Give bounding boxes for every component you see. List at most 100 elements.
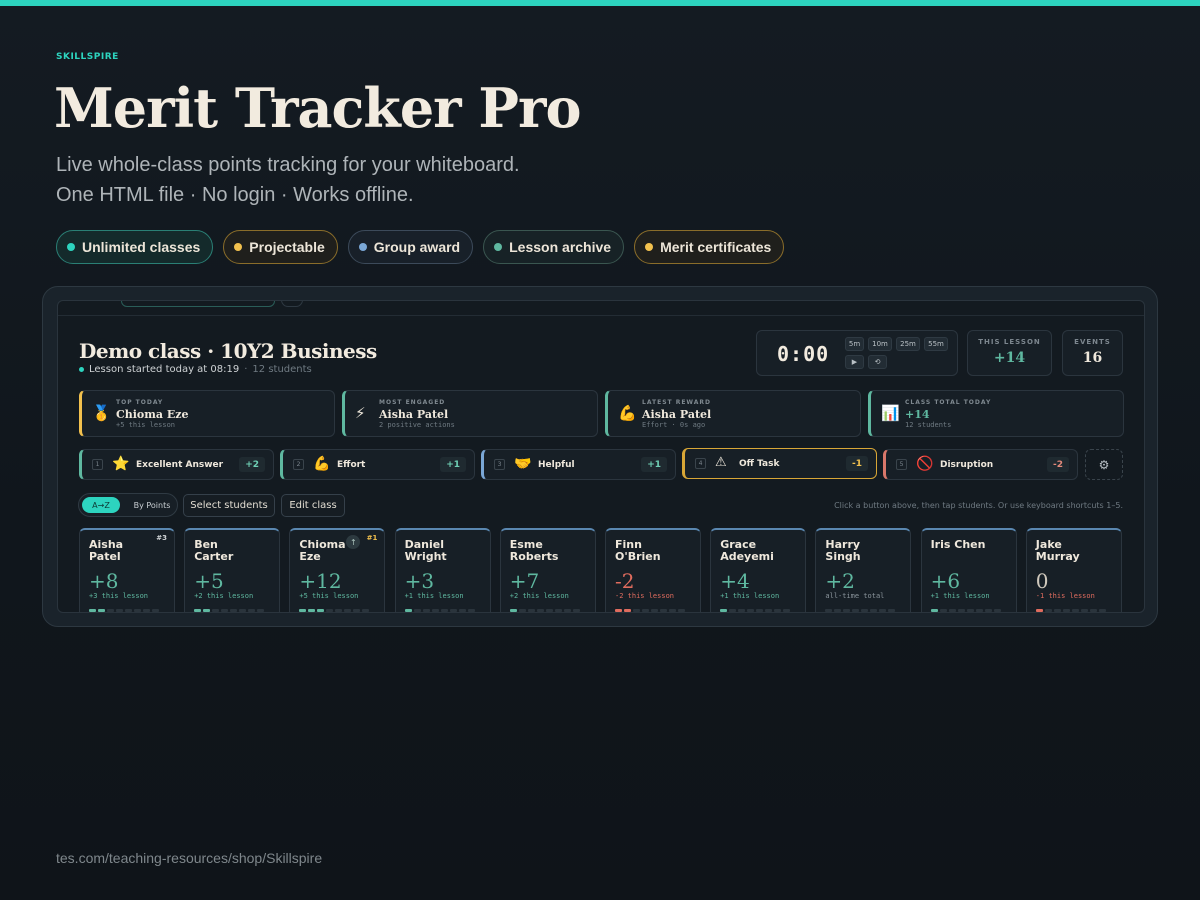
student-count: 12 students [252,364,312,375]
progress-segment [765,609,773,612]
prohibited-icon: 🚫 [916,456,934,472]
card-label: CLASS TOTAL TODAY [905,399,992,406]
progress-segment [572,609,580,612]
progress-segment [413,609,421,612]
timer-preset-5m[interactable]: 5m [845,337,864,351]
progress-segment [774,609,782,612]
progress-segment [239,609,247,612]
student-name: Daniel Wright [405,539,475,563]
progress-bars [299,609,370,612]
student-card[interactable]: Iris Chen +6 +1 this lesson [920,528,1017,612]
student-name: Esme Roberts [510,539,580,563]
student-lesson-points: +2 this lesson [194,592,254,600]
action-helpful[interactable]: 3 🤝 Helpful +1 [481,449,676,480]
progress-segment [729,609,737,612]
select-students-button[interactable]: Select students [183,494,275,517]
handshake-icon: 🤝 [514,456,532,472]
progress-segment [1053,609,1061,612]
edit-class-button[interactable]: Edit class [281,494,345,517]
action-label: Excellent Answer [136,460,224,470]
footer-url: tes.com/teaching-resources/shop/Skillspi… [56,850,323,866]
card-detail: 2 positive actions [379,421,455,429]
student-card[interactable]: Harry Singh +2 all-time total [815,528,912,612]
sort-toggle: A→Z By Points [78,493,178,517]
progress-segment [440,609,448,612]
progress-segment [527,609,535,612]
action-points: -2 [1047,457,1069,472]
timer-preset-55m[interactable]: 55m [924,337,948,351]
progress-segment [678,609,685,612]
stat-label: THIS LESSON [978,338,1041,346]
progress-segment [107,609,114,612]
class-title: Demo class · 10Y2 Business [79,339,377,363]
card-most-engaged: ⚡ MOST ENGAGED Aisha Patel 2 positive ac… [342,390,598,437]
student-last-name: Eze [299,550,321,563]
progress-segment [615,609,622,612]
progress-segment [194,609,202,612]
add-class-button[interactable] [281,301,303,307]
pill-lesson-archive: Lesson archive [483,230,625,264]
medal-icon: 🥇 [92,404,111,422]
dot-icon [234,243,243,251]
student-last-name: Wright [404,550,447,563]
student-lesson-points: +2 this lesson [509,592,569,600]
action-disruption[interactable]: 5 🚫 Disruption -2 [883,449,1078,480]
stat-value: +14 [993,350,1026,366]
progress-segment [993,609,1001,612]
student-points: 0 [1035,569,1049,593]
timer-preset-10m[interactable]: 10m [868,337,892,351]
student-card[interactable]: Aisha Patel #3 +8 +3 this lesson [79,528,175,612]
student-card[interactable]: Grace Adeyemi +4 +1 this lesson [710,528,807,612]
progress-segment [230,609,238,612]
student-card[interactable]: Finn O'Brien -2 -2 this lesson [605,528,701,612]
student-card[interactable]: Ben Carter +5 +2 this lesson [184,528,281,612]
action-points: +1 [641,457,667,472]
student-first-name: Iris Chen [930,538,986,551]
live-dot-icon [79,367,84,372]
action-excellent-answer[interactable]: 1 ⭐ Excellent Answer +2 [79,449,274,480]
student-name: Grace Adeyemi [720,539,790,563]
student-name: Ben Carter [194,539,264,563]
app-screen: Demo class · 10Y2 Business Lesson starte… [57,300,1145,613]
hint-text: Click a button above, then tap students.… [834,501,1123,510]
progress-bars [930,609,1001,612]
student-card[interactable]: Esme Roberts +7 +2 this lesson [499,528,596,612]
action-effort[interactable]: 2 💪 Effort +1 [280,449,475,480]
progress-segment [888,609,896,612]
student-lesson-points: all-time total [825,592,885,600]
progress-segment [554,609,562,612]
sort-points-button[interactable]: By Points [128,497,176,513]
progress-segment [335,609,343,612]
progress-segment [518,609,526,612]
progress-bars [404,609,475,612]
progress-segment [212,609,220,612]
gear-icon[interactable]: ⚙ [1085,449,1123,480]
card-name: Chioma Eze [116,408,189,421]
progress-segment [669,609,676,612]
student-card[interactable]: Chioma Eze ↑ #1 +12 +5 this lesson [289,528,386,612]
pill-merit-certificates: Merit certificates [634,230,785,264]
student-card[interactable]: Daniel Wright +3 +1 this lesson [394,528,491,612]
action-label: Disruption [940,460,994,470]
reset-icon[interactable]: ⟲ [868,355,887,369]
student-points: +4 [720,569,750,593]
progress-segment [353,609,361,612]
card-top-today: 🥇 TOP TODAY Chioma Eze +5 this lesson [79,390,335,437]
class-tab[interactable] [121,301,275,307]
progress-segment [458,609,466,612]
student-card[interactable]: Jake Murray 0 -1 this lesson [1025,528,1122,612]
progress-segment [966,609,974,612]
sort-alpha-button[interactable]: A→Z [82,497,120,513]
progress-segment [248,609,256,612]
play-icon[interactable]: ▶ [845,355,864,369]
progress-bars [89,609,159,612]
progress-segment [467,609,475,612]
progress-segment [879,609,887,612]
timer-preset-25m[interactable]: 25m [896,337,920,351]
progress-segment [1089,609,1097,612]
lesson-started-text: Lesson started today at 08:19 [89,364,240,375]
brand-label: SKILLSPIRE [56,52,119,62]
student-name: Aisha Patel [89,539,159,563]
action-off-task[interactable]: 4 ⚠ Off Task -1 [682,448,877,479]
progress-segment [939,609,947,612]
